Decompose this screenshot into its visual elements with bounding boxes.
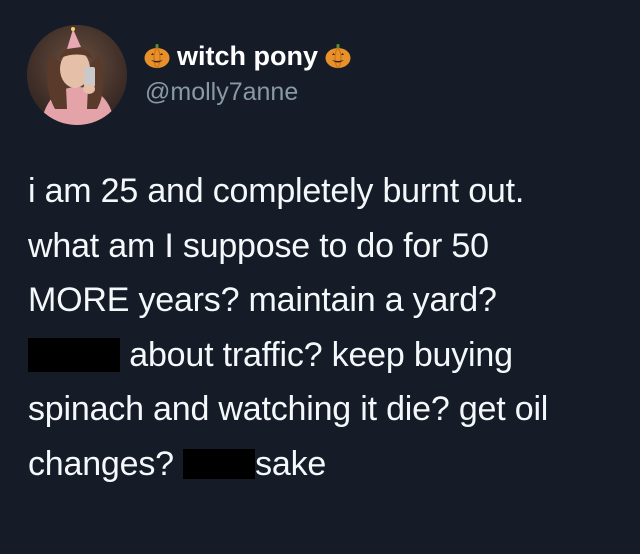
avatar-photo bbox=[27, 25, 127, 125]
tweet-line-text: about traffic? keep buying bbox=[129, 335, 513, 374]
tweet-line: i am 25 and completely burnt out. bbox=[28, 172, 525, 210]
redaction-bar bbox=[28, 337, 120, 372]
tweet-line-text: changes? bbox=[28, 444, 174, 483]
pumpkin-icon bbox=[325, 44, 351, 69]
tweet-line: changes? sake bbox=[28, 437, 623, 492]
display-name: witch pony bbox=[177, 40, 318, 71]
tweet-line: about traffic? keep buying bbox=[28, 328, 623, 383]
author-name-row[interactable]: witch pony bbox=[143, 38, 352, 74]
tweet-line: MORE years? maintain a yard? bbox=[28, 281, 497, 319]
tweet-card: witch pony @molly7anne i am 25 and compl… bbox=[0, 0, 640, 554]
tweet-line: spinach and watching it die? get oil bbox=[28, 390, 549, 428]
author-handle[interactable]: @molly7anne bbox=[145, 78, 298, 107]
avatar[interactable] bbox=[27, 25, 127, 125]
tweet-line-text: sake bbox=[255, 444, 327, 483]
tweet-line: what am I suppose to do for 50 bbox=[28, 226, 489, 265]
tweet-text: i am 25 and completely burnt out. what a… bbox=[28, 164, 623, 491]
pumpkin-icon bbox=[144, 44, 170, 69]
redaction-bar bbox=[183, 448, 256, 479]
